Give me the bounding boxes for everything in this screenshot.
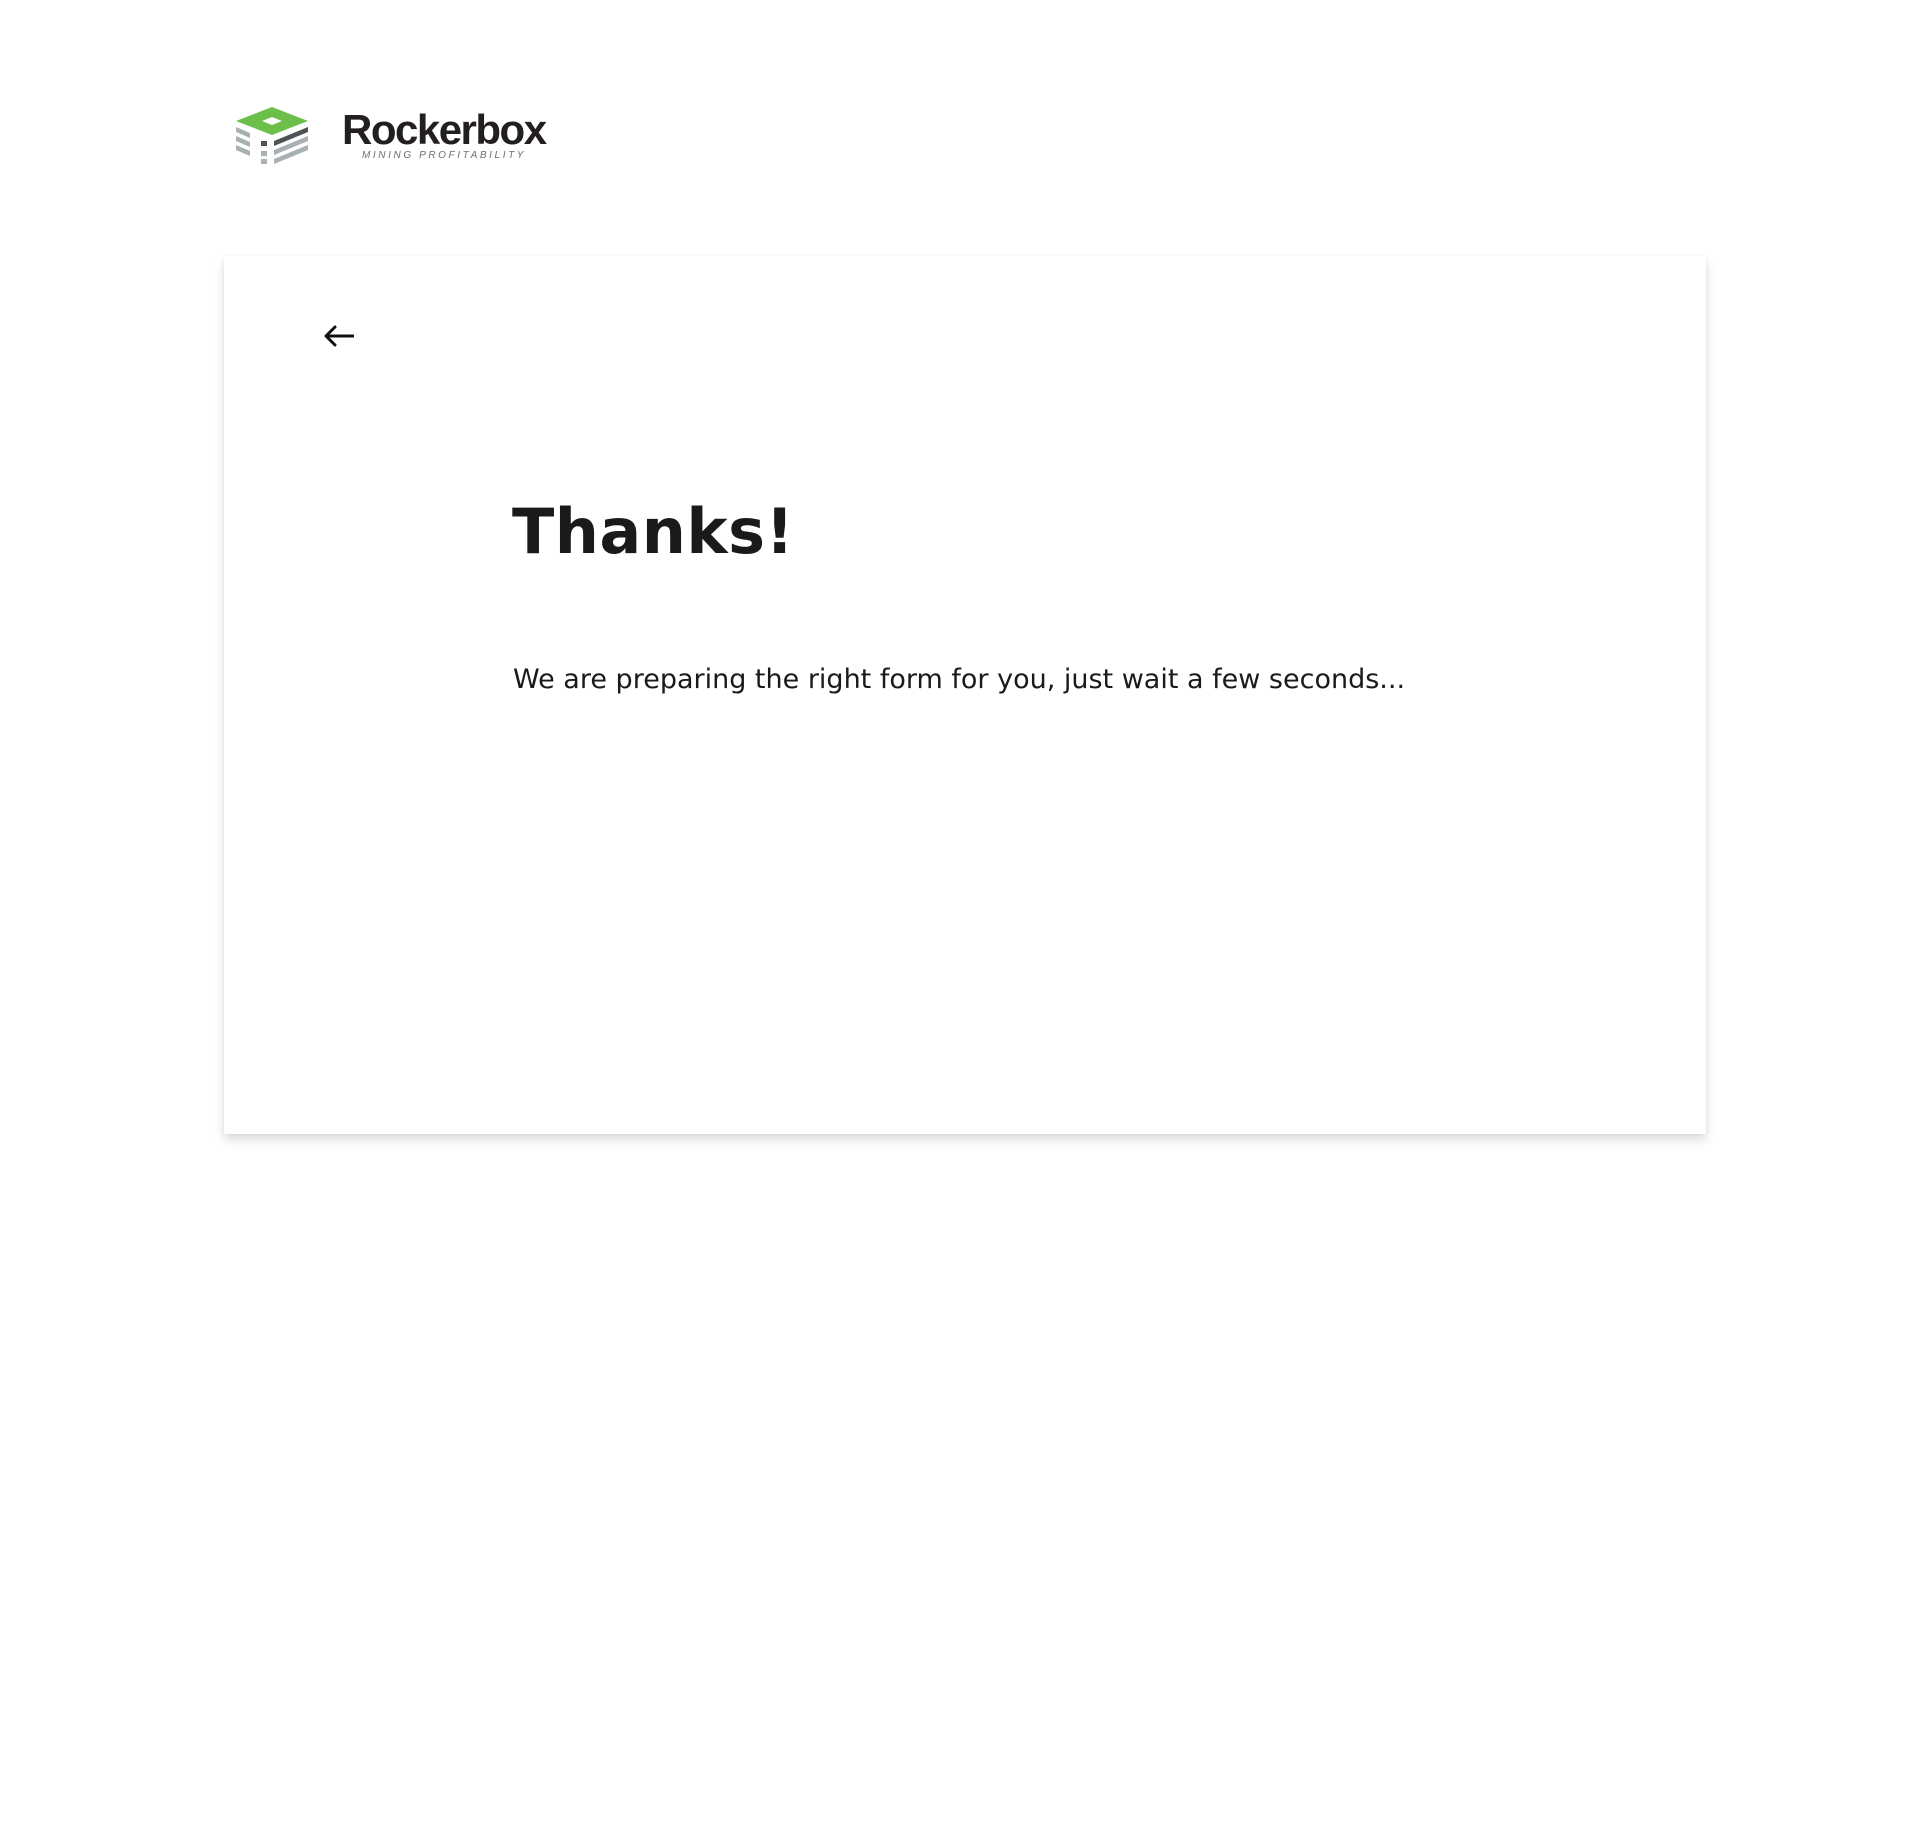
status-message: We are preparing the right form for you,… <box>513 664 1406 695</box>
page-title: Thanks! <box>512 495 795 568</box>
arrow-left-icon <box>324 325 354 347</box>
page: Rockerbox MINING PROFITABILITY Thanks! W… <box>0 0 1920 1824</box>
brand-logo[interactable]: Rockerbox MINING PROFITABILITY <box>232 104 547 168</box>
logo-name: Rockerbox <box>342 106 547 153</box>
content-card: Thanks! We are preparing the right form … <box>224 256 1706 1134</box>
rockerbox-logo-icon <box>236 107 308 164</box>
back-button[interactable] <box>312 316 366 356</box>
logo-wordmark: Rockerbox MINING PROFITABILITY <box>342 106 547 162</box>
logo-tagline: MINING PROFITABILITY <box>362 150 527 161</box>
